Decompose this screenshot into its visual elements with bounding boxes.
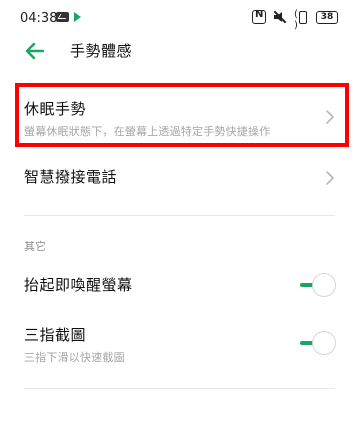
battery-icon: 38: [316, 10, 338, 24]
toggle-knob: [312, 273, 336, 297]
header: 手勢體感: [0, 36, 358, 66]
status-icons: 38: [252, 9, 338, 31]
raise-to-wake-item: 抬起即喚醒螢幕: [0, 268, 358, 304]
status-time: 04:38: [20, 11, 58, 26]
highlight-box: [15, 83, 349, 147]
battery-level: 38: [320, 11, 334, 22]
smart-call-title: 智慧撥接電話: [24, 168, 118, 186]
section-label-other: 其它: [24, 240, 46, 253]
vibrate-icon: [294, 9, 310, 31]
arrow-left-icon[interactable]: [25, 42, 45, 60]
divider: [24, 215, 335, 216]
chevron-right-icon: [326, 171, 334, 185]
smart-call-item[interactable]: 智慧撥接電話: [0, 160, 358, 196]
three-finger-screenshot-toggle[interactable]: [300, 331, 336, 355]
three-finger-screenshot-subtitle: 三指下滑以快速截圖: [24, 351, 125, 364]
mute-icon: [272, 10, 288, 24]
divider: [24, 388, 335, 389]
nfc-icon: [252, 9, 266, 24]
toggle-knob: [312, 331, 336, 355]
three-finger-screenshot-item: 三指截圖 三指下滑以快速截圖: [0, 318, 358, 368]
page-title: 手勢體感: [70, 42, 133, 60]
three-finger-screenshot-title: 三指截圖: [24, 326, 87, 344]
mail-icon: [56, 12, 69, 22]
play-icon: [74, 12, 81, 22]
raise-to-wake-toggle[interactable]: [300, 273, 336, 297]
raise-to-wake-title: 抬起即喚醒螢幕: [24, 276, 133, 294]
status-bar: 04:38 38: [0, 0, 358, 36]
